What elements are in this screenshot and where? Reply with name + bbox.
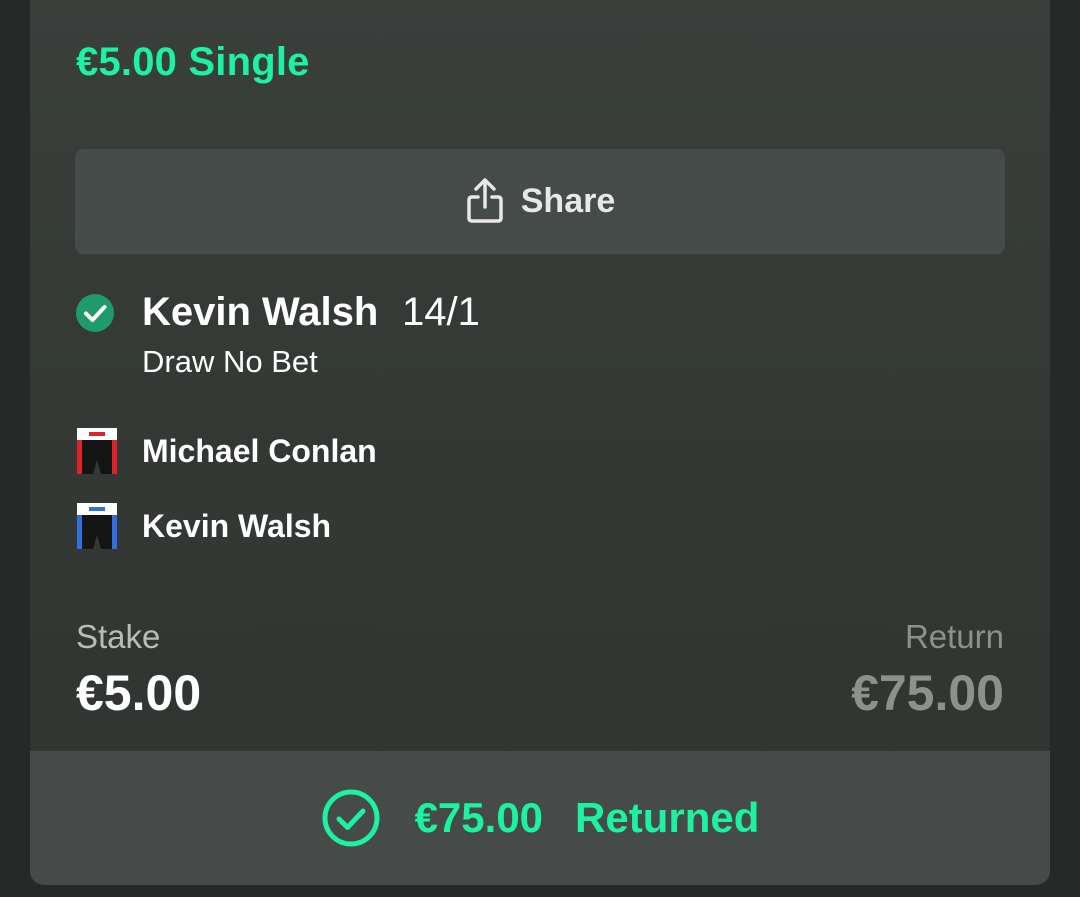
red-boxing-shorts-icon: [77, 428, 117, 474]
returned-banner: €75.00 Returned: [30, 751, 1050, 885]
share-label: Share: [520, 182, 616, 220]
returned-amount: €75.00: [414, 794, 544, 841]
bet-title: €5.00 Single: [76, 40, 310, 84]
blue-boxing-shorts-icon: [77, 503, 117, 549]
bet-card: €5.00 Single Share Kevin Walsh 14/1 Draw…: [30, 0, 1050, 885]
selection-name: Kevin Walsh: [142, 290, 379, 334]
check-circle-icon: [76, 294, 114, 332]
check-circle-outline-icon: [322, 789, 380, 847]
share-icon: [467, 177, 503, 223]
market-name: Draw No Bet: [142, 344, 318, 379]
stake-label: Stake: [76, 618, 161, 655]
stake-value: €5.00: [76, 665, 202, 721]
selection-row: Kevin Walsh 14/1: [75, 290, 1005, 336]
participant-row: Michael Conlan: [75, 426, 675, 476]
screen: €5.00 Single Share Kevin Walsh 14/1 Draw…: [0, 0, 1080, 897]
share-button[interactable]: Share: [75, 149, 1005, 254]
return-label: Return: [904, 618, 1004, 655]
participant-name: Kevin Walsh: [142, 508, 332, 544]
selection-odds: 14/1: [402, 290, 480, 334]
participant-row: Kevin Walsh: [75, 501, 675, 551]
returned-label: Returned: [575, 794, 760, 841]
participant-name: Michael Conlan: [142, 433, 377, 469]
return-value: €75.00: [851, 665, 1004, 721]
